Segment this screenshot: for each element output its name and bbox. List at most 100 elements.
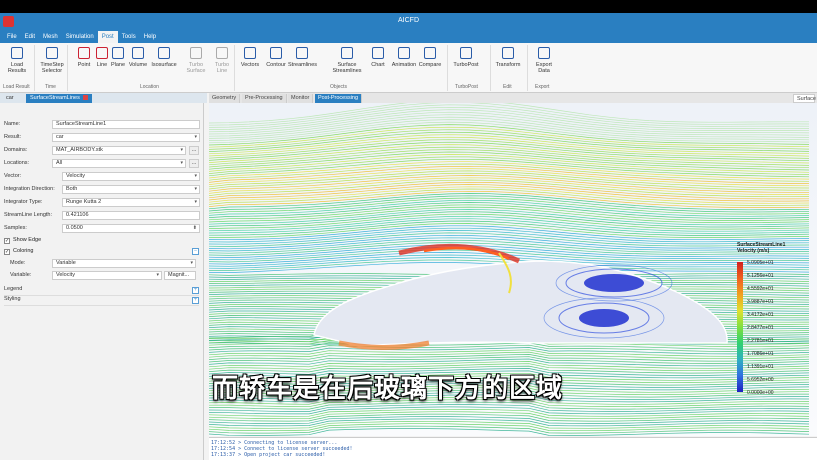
ribbon-button-clock[interactable]: TimeStep Selector xyxy=(38,47,66,74)
ribbon-button-label: TurboPost xyxy=(453,62,479,68)
ribbon-button-load-results[interactable]: Load Results xyxy=(3,47,31,74)
title-bar: AICFD xyxy=(0,13,817,31)
ribbon-button-surface-streamlines[interactable]: Surface Streamlines xyxy=(330,47,364,74)
legend-tick-label: 1.1391e+01 xyxy=(747,364,774,370)
volume-icon xyxy=(132,47,144,59)
variable-component-select[interactable]: Magnit... xyxy=(164,271,196,280)
turbo-line-icon xyxy=(216,47,228,59)
chevron-down-icon: ▾ xyxy=(194,134,197,140)
result-label: Result: xyxy=(4,134,22,140)
ribbon-button-export-data[interactable]: Export Data xyxy=(530,47,558,74)
group-edit: Edit xyxy=(503,84,512,90)
name-input[interactable]: SurfaceStreamLine1 xyxy=(52,120,200,129)
ribbon-button-label: Vectors xyxy=(240,62,260,68)
contour-icon xyxy=(270,47,282,59)
collapse-coloring-icon[interactable]: − xyxy=(192,248,199,255)
properties-panel: Name: SurfaceStreamLine1 Result: car ▾ Doma… xyxy=(0,103,204,460)
integration-direction-select[interactable]: Both ▾ xyxy=(62,185,200,194)
locations-browse-button[interactable]: ... xyxy=(189,159,199,168)
locations-value: All xyxy=(56,160,63,166)
menu-edit[interactable]: Edit xyxy=(21,31,39,43)
show-edge-checkbox[interactable]: ✓ xyxy=(4,238,10,244)
ribbon-button-volume[interactable]: Volume xyxy=(124,47,152,68)
ribbon-button-label: Export Data xyxy=(536,62,552,74)
mode-select[interactable]: Variable ▾ xyxy=(52,259,196,268)
variable-select[interactable]: Velocity ▾ xyxy=(52,271,162,280)
legend-tick-label: 2.8477e+01 xyxy=(747,325,774,331)
chevron-down-icon: ▾ xyxy=(194,186,197,192)
ribbon-button-isosurface[interactable]: Isosurface xyxy=(150,47,178,68)
menu-post[interactable]: Post xyxy=(97,31,118,43)
ribbon-button-streamlines[interactable]: Streamlines xyxy=(288,47,318,68)
styling-section-label: Styling xyxy=(4,296,21,302)
ribbon-button-label: Plane xyxy=(110,62,126,68)
chevron-down-icon: ▾ xyxy=(194,173,197,179)
samples-spinbox[interactable]: 0.0500 ⬍ xyxy=(62,224,200,233)
ribbon-button-contour[interactable]: Contour xyxy=(262,47,290,68)
legend-tick-label: 5.6952e+00 xyxy=(747,377,774,383)
tab-monitor[interactable]: Monitor xyxy=(288,94,314,103)
app-window: AICFD File Edit Mesh Simulation Post Too… xyxy=(0,13,817,460)
view-search-input[interactable]: Surface xyxy=(793,94,816,103)
expand-legend-icon[interactable]: + xyxy=(192,287,199,294)
menu-file[interactable]: File xyxy=(3,31,21,43)
legend-section-label: Legend xyxy=(4,286,23,292)
video-subtitle: 而轿车是在后玻璃下方的区域 xyxy=(212,374,564,404)
close-tab-icon[interactable] xyxy=(82,95,88,100)
tab-geometry[interactable]: Geometry xyxy=(209,94,241,103)
tab-post-processing[interactable]: Post-Processing xyxy=(315,94,363,103)
expand-styling-icon[interactable]: + xyxy=(192,297,199,304)
tab-pre-processing[interactable]: Pre-Processing xyxy=(242,94,287,103)
name-label: Name: xyxy=(4,121,21,127)
menu-mesh[interactable]: Mesh xyxy=(39,31,62,43)
tab-surface-streamlines[interactable]: SurfaceStreamLines xyxy=(26,94,92,103)
tab-surface-streamlines-label: SurfaceStreamLines xyxy=(30,95,80,101)
ribbon-button-turbo-surface[interactable]: Turbo Surface xyxy=(182,47,210,74)
group-time: Time xyxy=(45,84,56,90)
ribbon-button-label: Turbo Surface xyxy=(186,62,206,74)
ribbon-button-label: Compare xyxy=(418,62,442,68)
result-select[interactable]: car ▾ xyxy=(52,133,200,142)
legend-tick-label: 3.4172e+01 xyxy=(747,312,774,318)
ribbon-button-compare[interactable]: Compare xyxy=(416,47,444,68)
domains-browse-button[interactable]: ... xyxy=(189,146,199,155)
show-edge-toggle[interactable]: ✓ Show Edge xyxy=(4,237,124,246)
integrator-type-value: Runge Kutta 2 xyxy=(66,199,102,205)
samples-label: Samples: xyxy=(4,225,27,231)
domains-select[interactable]: MAT_AIRBODY.stk ▾ xyxy=(52,146,186,155)
coloring-group: ✓ Coloring − xyxy=(4,248,199,257)
clock-icon xyxy=(46,47,58,59)
ribbon-button-animation[interactable]: Animation xyxy=(390,47,418,68)
ribbon-button-label: Streamlines xyxy=(288,62,318,68)
ribbon-button-transform[interactable]: Transform xyxy=(494,47,522,68)
export-data-icon xyxy=(538,47,550,59)
ribbon-button-chart[interactable]: Chart xyxy=(364,47,392,68)
ribbon-toolbar: Load Result Time Location Objects TurboP… xyxy=(0,43,817,93)
menu-simulation[interactable]: Simulation xyxy=(62,31,98,43)
chevron-down-icon: ▾ xyxy=(190,260,193,266)
group-turbopost: TurboPost xyxy=(455,84,478,90)
group-export: Export xyxy=(535,84,550,90)
menu-help[interactable]: Help xyxy=(140,31,160,43)
ribbon-button-turbopost[interactable]: TurboPost xyxy=(452,47,480,68)
spin-arrows-icon[interactable]: ⬍ xyxy=(193,225,197,232)
integrator-type-label: Integrator Type: xyxy=(4,199,43,205)
coloring-checkbox[interactable]: ✓ xyxy=(4,249,10,255)
legend-section[interactable]: Legend + xyxy=(4,286,199,296)
locations-select[interactable]: All ▾ xyxy=(52,159,186,168)
streamline-length-input[interactable]: 0.421106 xyxy=(62,211,200,220)
integration-direction-label: Integration Direction: xyxy=(4,186,55,192)
surface-streamlines-icon xyxy=(341,47,353,59)
styling-section[interactable]: Styling + xyxy=(4,296,199,306)
mode-value: Variable xyxy=(56,260,76,266)
ribbon-button-vectors[interactable]: Vectors xyxy=(236,47,264,68)
group-objects: Objects xyxy=(330,84,347,90)
group-location: Location xyxy=(140,84,159,90)
vector-select[interactable]: Velocity ▾ xyxy=(62,172,200,181)
ribbon-button-turbo-line[interactable]: Turbo Line xyxy=(208,47,236,74)
integrator-type-select[interactable]: Runge Kutta 2 ▾ xyxy=(62,198,200,207)
menu-tools[interactable]: Tools xyxy=(118,31,140,43)
animation-icon xyxy=(398,47,410,59)
tab-car[interactable]: car xyxy=(2,94,18,103)
samples-value: 0.0500 xyxy=(66,225,83,231)
